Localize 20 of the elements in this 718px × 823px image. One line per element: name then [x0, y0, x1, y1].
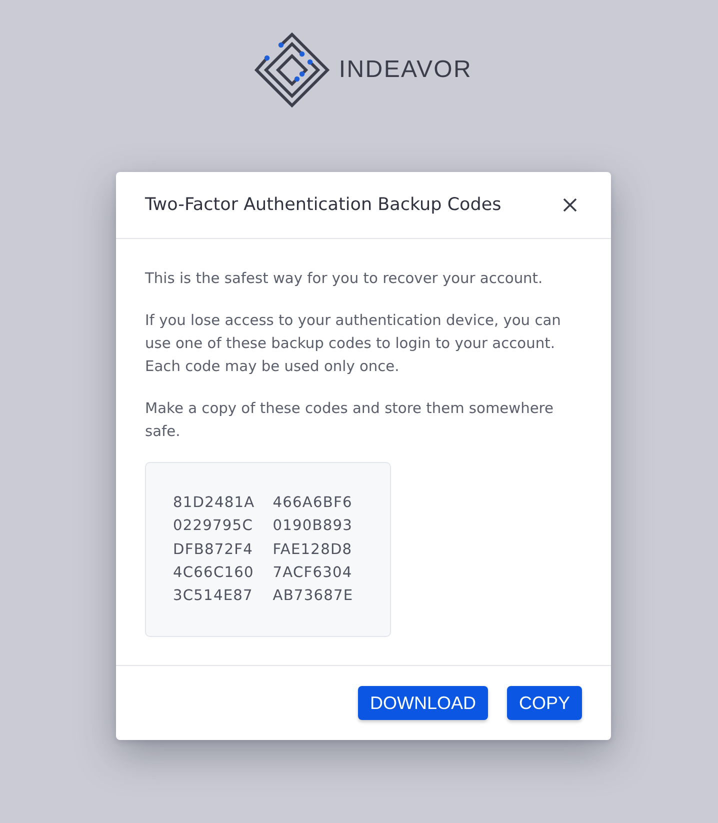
- backup-code: 466A6BF6: [272, 493, 354, 513]
- copy-button[interactable]: COPY: [506, 686, 582, 720]
- backup-code: FAE128D8: [272, 540, 354, 560]
- close-button[interactable]: [562, 197, 578, 213]
- brand-name: INDEAVOR: [338, 56, 472, 84]
- backup-code: 7ACF6304: [272, 562, 354, 583]
- logo-icon: [254, 32, 330, 108]
- backup-code: 0190B893: [272, 516, 354, 536]
- dialog-title: Two-Factor Authentication Backup Codes: [145, 195, 502, 215]
- backup-code: AB73687E: [272, 586, 354, 606]
- instruction-text: If you lose access to your authentication device, you can use one of these backup codes to login to your account. Each code may be used only once.: [145, 311, 562, 377]
- backup-code: DFB872F4: [173, 540, 254, 560]
- download-button[interactable]: DOWNLOAD: [358, 686, 488, 720]
- backup-code: 0229795C: [173, 516, 254, 536]
- instruction-text: Make a copy of these codes and store them somewhere safe.: [145, 399, 554, 442]
- close-icon: [562, 197, 578, 213]
- backup-code: 4C66C160: [173, 562, 255, 583]
- instruction-text: This is the safest way for you to recover your account.: [145, 269, 544, 289]
- backup-code: 81D2481A: [173, 493, 255, 513]
- backup-code: 3C514E87: [173, 586, 254, 606]
